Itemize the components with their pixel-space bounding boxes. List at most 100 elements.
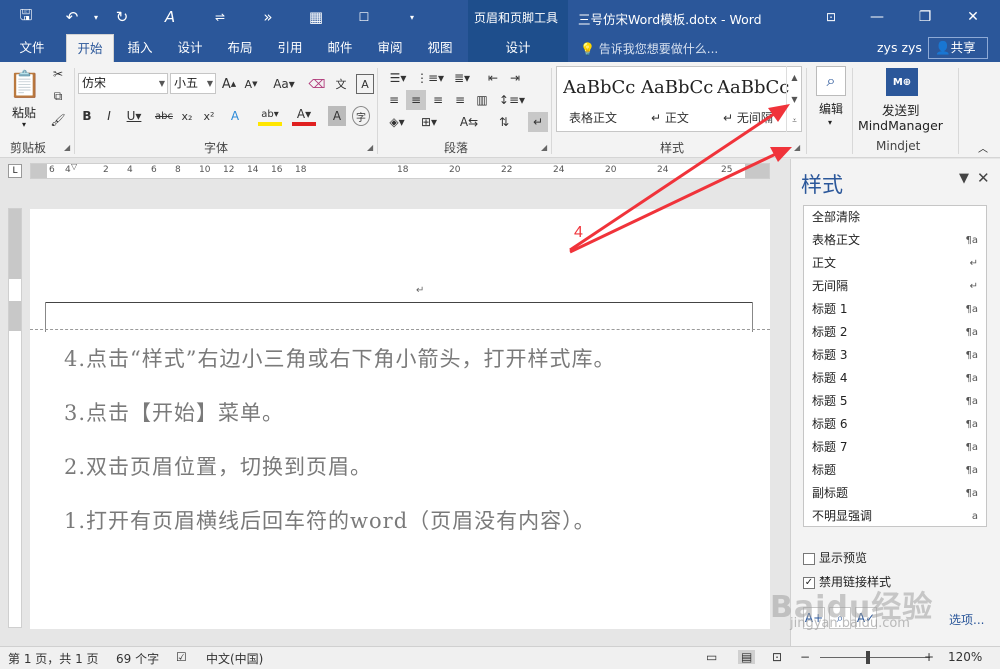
document-line[interactable]: 3.点击【开始】菜单。 [64, 397, 284, 427]
align-right-icon[interactable]: ≡ [428, 90, 448, 110]
undo-icon[interactable]: ↶ [60, 6, 84, 28]
document-line[interactable]: 2.双击页眉位置，切换到页眉。 [64, 451, 372, 481]
numbering-icon[interactable]: ⋮≡▾ [416, 68, 444, 88]
distribute-icon[interactable]: ▥ [472, 90, 492, 110]
touch-mode-icon[interactable]: ☐ [352, 6, 376, 28]
tab-references[interactable]: 引用 [266, 34, 314, 62]
share-button[interactable]: 👤共享 [928, 37, 988, 59]
list-item[interactable]: 标题 4 ¶a [804, 367, 986, 390]
list-item[interactable]: 标题 ¶a [804, 459, 986, 482]
show-marks-icon[interactable]: ↵ [528, 112, 548, 132]
format-painter-icon[interactable]: A [158, 6, 182, 28]
clear-format-icon[interactable]: ⌫ [308, 74, 326, 94]
editing-label[interactable]: 编辑 [819, 100, 843, 117]
list-item[interactable]: 副标题 ¶a [804, 482, 986, 505]
tell-me-box[interactable]: 💡 告诉我您想要做什么... [580, 40, 718, 57]
show-preview-checkbox[interactable]: 显示预览 [803, 549, 867, 566]
read-mode-icon[interactable]: ▭ [706, 650, 717, 664]
cut-icon[interactable]: ✂ [50, 66, 66, 82]
phonetic-guide-icon[interactable]: 文 [332, 74, 350, 94]
font-launcher-icon[interactable]: ◢ [367, 143, 373, 152]
clipboard-launcher-icon[interactable]: ◢ [64, 143, 70, 152]
undo-dropdown-icon[interactable]: ▾ [84, 6, 108, 28]
save-icon[interactable]: 🖫 [14, 6, 38, 28]
editing-dropdown-icon[interactable]: ▾ [828, 118, 832, 127]
mindmanager-label[interactable]: MindManager [858, 118, 943, 133]
strikethrough-icon[interactable]: abc [152, 106, 176, 126]
superscript-icon[interactable]: x² [200, 106, 218, 126]
char-shading-icon[interactable]: A [328, 106, 346, 126]
paste-dropdown-icon[interactable]: ▾ [22, 120, 26, 129]
brush-icon[interactable]: 🖌 [50, 112, 66, 128]
options-link[interactable]: 选项... [949, 611, 984, 628]
web-layout-icon[interactable]: ⊡ [772, 650, 782, 664]
grow-font-icon[interactable]: A ▲ [220, 74, 238, 94]
tab-selector-icon[interactable]: L [8, 164, 22, 178]
tab-header-design[interactable]: 设计 [468, 34, 568, 62]
zoom-level[interactable]: 120% [948, 650, 982, 664]
highlight-icon[interactable]: ab▾ [258, 106, 282, 126]
sort-icon[interactable]: ⇅ [494, 112, 514, 132]
indent-marker-icon[interactable]: ▽ [71, 162, 77, 171]
vertical-ruler[interactable] [8, 208, 22, 628]
text-effects-icon[interactable]: A [226, 106, 244, 126]
collapse-ribbon-icon[interactable]: ︿ [978, 140, 988, 155]
close-icon[interactable]: ✕ [950, 0, 996, 34]
language[interactable]: 中文(中国) [206, 650, 263, 667]
page-count[interactable]: 第 1 页，共 1 页 [8, 650, 99, 667]
bold-icon[interactable]: B [78, 106, 96, 126]
forward-icon[interactable]: » [256, 6, 280, 28]
pane-options-icon[interactable]: ▼ [959, 171, 969, 186]
customize-icon[interactable]: ▾ [400, 6, 424, 28]
tab-layout[interactable]: 布局 [216, 34, 264, 62]
list-item[interactable]: 无间隔 ↵ [804, 275, 986, 298]
list-item[interactable]: 标题 2 ¶a [804, 321, 986, 344]
align-left-icon[interactable]: ≡ [384, 90, 404, 110]
change-case-icon[interactable]: Aa▾ [270, 74, 298, 94]
list-item[interactable]: 标题 1 ¶a [804, 298, 986, 321]
redo-icon[interactable]: ↻ [110, 6, 134, 28]
chinese-layout-icon[interactable]: A⇆ [456, 112, 482, 132]
zoom-in-icon[interactable]: + [924, 650, 934, 664]
minimize-icon[interactable]: — [854, 0, 900, 34]
underline-icon[interactable]: U▾ [122, 106, 146, 126]
zoom-slider-thumb[interactable] [866, 651, 870, 664]
tab-file[interactable]: 文件 [8, 34, 56, 62]
send-to-label[interactable]: 发送到 [882, 100, 920, 119]
proofing-icon[interactable]: ☑ [176, 650, 187, 664]
paragraph-launcher-icon[interactable]: ◢ [541, 143, 547, 152]
print-layout-icon[interactable]: ▤ [738, 650, 756, 664]
word-count[interactable]: 69 个字 [116, 650, 159, 667]
document-page[interactable]: ↵ 4.点击“样式”右边小三角或右下角小箭头，打开样式库。 3.点击【开始】菜单… [30, 209, 770, 629]
search-icon[interactable]: ⌕ [816, 66, 846, 96]
list-item[interactable]: 标题 5 ¶a [804, 390, 986, 413]
tab-mailings[interactable]: 邮件 [316, 34, 364, 62]
font-family-select[interactable]: 仿宋 ▼ [78, 73, 168, 94]
font-color-icon[interactable]: A▾ [292, 106, 316, 126]
list-item[interactable]: 表格正文 ¶a [804, 229, 986, 252]
char-border-icon[interactable]: A [356, 74, 374, 94]
tab-review[interactable]: 审阅 [366, 34, 414, 62]
decrease-indent-icon[interactable]: ⇤ [484, 68, 502, 88]
gallery-more-icon[interactable]: ⩡ [786, 110, 802, 132]
multilevel-list-icon[interactable]: ≣▾ [448, 68, 476, 88]
close-icon[interactable]: ✕ [977, 169, 990, 187]
list-item[interactable]: 全部清除 [804, 206, 986, 229]
tab-view[interactable]: 视图 [416, 34, 464, 62]
font-size-select[interactable]: 小五 ▼ [170, 73, 216, 94]
line-spacing-icon[interactable]: ↕≡▾ [498, 90, 526, 110]
gallery-scroll-down-icon[interactable]: ▼ [786, 88, 802, 110]
table-icon[interactable]: ▦ [304, 6, 328, 28]
tab-design[interactable]: 设计 [166, 34, 214, 62]
horizontal-ruler[interactable]: 6 4 ▽ 2 4 6 8 10 12 14 16 18 18 20 22 24… [30, 162, 770, 179]
borders-icon[interactable]: ⊞▾ [416, 112, 442, 132]
user-name[interactable]: zys zys [877, 40, 922, 55]
document-line[interactable]: 4.点击“样式”右边小三角或右下角小箭头，打开样式库。 [64, 343, 616, 373]
document-line[interactable]: 1.打开有页眉横线后回车符的word（页眉没有内容）。 [64, 505, 596, 535]
shrink-font-icon[interactable]: A ▼ [242, 74, 260, 94]
italic-icon[interactable]: I [100, 106, 118, 126]
style-item-no-spacing[interactable]: AaBbCc ↵ 无间隔 [713, 67, 789, 131]
list-item[interactable]: 正文 ↵ [804, 252, 986, 275]
justify-icon[interactable]: ≡ [450, 90, 470, 110]
shading-icon[interactable]: ◈▾ [384, 112, 410, 132]
